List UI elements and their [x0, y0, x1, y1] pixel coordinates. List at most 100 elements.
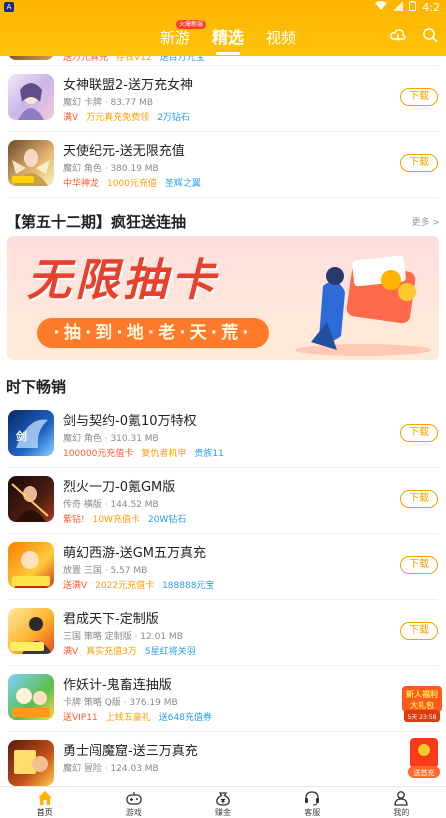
top-tabs: 新游 火爆新服 精选 视频 — [160, 20, 296, 55]
tag: 送648充值券 — [158, 713, 212, 723]
signal-icon — [393, 1, 404, 14]
promo-countdown: 5天 23:58 — [407, 714, 436, 721]
tag: 2022元充值卡 — [95, 581, 155, 591]
game-thumbnail — [8, 56, 54, 60]
tag: 满V — [63, 647, 79, 657]
section-title: 【第五十二期】疯狂送连抽 — [6, 213, 187, 231]
game-title: 君成天下-定制版 — [63, 612, 159, 627]
main-content[interactable]: 送万元真充 存钱V12 送百万元宝 女神联盟2-送万充女神 魔幻 卡牌 · 83… — [0, 56, 446, 786]
tag: 10W充值卡 — [92, 515, 140, 525]
list-item[interactable]: 君成天下-定制版 三国 策略 定制版 · 12.01 MB 满V 真实充值3万 … — [8, 600, 438, 666]
tag: 20W钻石 — [147, 515, 187, 525]
tag: 紫钻! — [63, 515, 85, 525]
search-icon[interactable] — [422, 27, 438, 43]
tag: 复仇者机甲 — [141, 449, 187, 459]
tag: 圣辉之翼 — [164, 179, 201, 189]
game-meta: 传奇 横版 · 144.52 MB — [63, 500, 159, 510]
game-title: 勇士闯魔窟-送三万真充 — [63, 744, 198, 759]
game-meta: 放置 三国 · 5.57 MB — [63, 566, 148, 576]
game-tags: 中华神龙 1000元充值 圣辉之翼 — [63, 178, 201, 190]
user-icon — [394, 791, 409, 806]
game-tags: 紫钻! 10W充值卡 20W钻石 — [63, 514, 186, 526]
event-section-header: 【第五十二期】疯狂送连抽 更多 > — [0, 198, 446, 236]
download-cloud-icon[interactable] — [390, 27, 406, 43]
game-thumbnail: 剑 — [8, 410, 54, 456]
download-button[interactable]: 下载 — [400, 622, 438, 640]
game-title: 剑与契约-0氪10万特权 — [63, 414, 197, 429]
list-item[interactable]: 送万元真充 存钱V12 送百万元宝 — [8, 56, 438, 66]
game-tags: 送万元真充 存钱V12 送百万元宝 — [63, 56, 205, 64]
svg-text:剑: 剑 — [15, 429, 27, 443]
tab-video[interactable]: 视频 — [266, 27, 296, 48]
list-item[interactable]: 勇士闯魔窟-送三万真充 魔幻 冒险 · 124.03 MB — [8, 732, 438, 786]
tag: 1000元充值 — [107, 179, 157, 189]
game-thumbnail — [8, 740, 54, 786]
nav-profile[interactable]: 我的 — [357, 787, 446, 818]
tab-label: 新游 — [160, 29, 191, 47]
more-link[interactable]: 更多 > — [412, 215, 440, 228]
nav-earn[interactable]: 赚金 — [178, 787, 267, 818]
download-button[interactable]: 下载 — [400, 490, 438, 508]
status-bar: A 4:2 — [0, 0, 446, 16]
nav-games[interactable]: 游戏 — [89, 787, 178, 818]
game-tags: 满V 真实充值3万 5星红将关羽 — [63, 646, 196, 658]
tab-label: 精选 — [212, 28, 245, 47]
tag: 满V — [63, 113, 79, 123]
game-title: 烈火一刀-0氪GM版 — [63, 480, 176, 495]
promo-text-line1: 新人福利 — [406, 689, 438, 699]
game-title: 作妖计-鬼畜连抽版 — [63, 678, 172, 693]
download-button[interactable]: 下载 — [400, 556, 438, 574]
game-meta: 魔幻 冒险 · 124.03 MB — [63, 764, 159, 774]
banner-subtitle: ·抽·到·地·老·天·荒· — [37, 318, 269, 348]
game-thumbnail — [8, 74, 54, 120]
list-item[interactable]: 作妖计-鬼畜连抽版 卡牌 策略 Q版 · 376.19 MB 送VIP11 上线… — [8, 666, 438, 732]
battery-icon — [409, 1, 417, 14]
tag: 188888元宝 — [162, 581, 215, 591]
tag: 送万元真充 — [63, 56, 109, 63]
tab-featured[interactable]: 精选 — [212, 24, 245, 55]
hot-section-header: 时下畅销 — [0, 360, 446, 402]
nav-label: 赚金 — [215, 808, 231, 817]
home-icon — [37, 791, 52, 805]
new-user-gift-float[interactable]: 新人福利 大礼包 5天 23:58 — [398, 680, 446, 724]
nav-service[interactable]: 客服 — [268, 787, 357, 818]
list-item[interactable]: 剑 剑与契约-0氪10万特权 魔幻 角色 · 310.31 MB 100000元… — [8, 402, 438, 468]
list-item[interactable]: 萌幻西游-送GM五万真充 放置 三国 · 5.57 MB 送满V 2022元充值… — [8, 534, 438, 600]
game-meta: 魔幻 角色 · 310.31 MB — [63, 434, 159, 444]
game-title: 女神联盟2-送万充女神 — [63, 78, 193, 93]
game-tags: 满V 万元真充免费领 2万钻石 — [63, 112, 190, 124]
gift-label: 送首充 — [414, 768, 435, 777]
game-meta: 卡牌 策略 Q版 · 376.19 MB — [63, 698, 178, 708]
game-title: 天使纪元-送无限充值 — [63, 144, 185, 159]
game-thumbnail — [8, 140, 54, 186]
game-meta: 魔幻 角色 · 380.19 MB — [63, 164, 159, 174]
banner-illustration — [295, 255, 431, 356]
bottom-navigation: 首页 游戏 赚金 客服 我的 — [0, 786, 446, 818]
game-meta: 三国 策略 定制版 · 12.01 MB — [63, 632, 183, 642]
first-recharge-gift-float[interactable]: 送首充 — [404, 736, 444, 780]
status-time: 4:2 — [422, 1, 440, 14]
game-meta: 魔幻 卡牌 · 83.77 MB — [63, 98, 154, 108]
tag: 贵族11 — [194, 449, 224, 459]
list-item[interactable]: 天使纪元-送无限充值 魔幻 角色 · 380.19 MB 中华神龙 1000元充… — [8, 132, 438, 198]
headset-icon — [305, 791, 320, 806]
game-tags: 100000元充值卡 复仇者机甲 贵族11 — [63, 448, 224, 460]
list-item[interactable]: 女神联盟2-送万充女神 魔幻 卡牌 · 83.77 MB 满V 万元真充免费领 … — [8, 66, 438, 132]
section-title: 时下畅销 — [6, 378, 67, 396]
nav-label: 客服 — [304, 808, 321, 817]
nav-label: 首页 — [36, 808, 53, 817]
app-status-icon: A — [4, 2, 14, 12]
game-title: 萌幻西游-送GM五万真充 — [63, 546, 206, 561]
download-button[interactable]: 下载 — [400, 88, 438, 106]
download-button[interactable]: 下载 — [400, 154, 438, 172]
list-item[interactable]: 烈火一刀-0氪GM版 传奇 横版 · 144.52 MB 紫钻! 10W充值卡 … — [8, 468, 438, 534]
gamepad-icon — [126, 792, 142, 805]
game-thumbnail — [8, 608, 54, 654]
download-button[interactable]: 下载 — [400, 424, 438, 442]
nav-label: 我的 — [393, 808, 410, 817]
game-tags: 送满V 2022元充值卡 188888元宝 — [63, 580, 214, 592]
tab-new-games[interactable]: 新游 火爆新服 — [160, 20, 207, 48]
wifi-icon — [375, 1, 388, 14]
event-banner[interactable]: 无限抽卡 ·抽·到·地·老·天·荒· — [7, 236, 439, 360]
nav-home[interactable]: 首页 — [0, 787, 89, 818]
